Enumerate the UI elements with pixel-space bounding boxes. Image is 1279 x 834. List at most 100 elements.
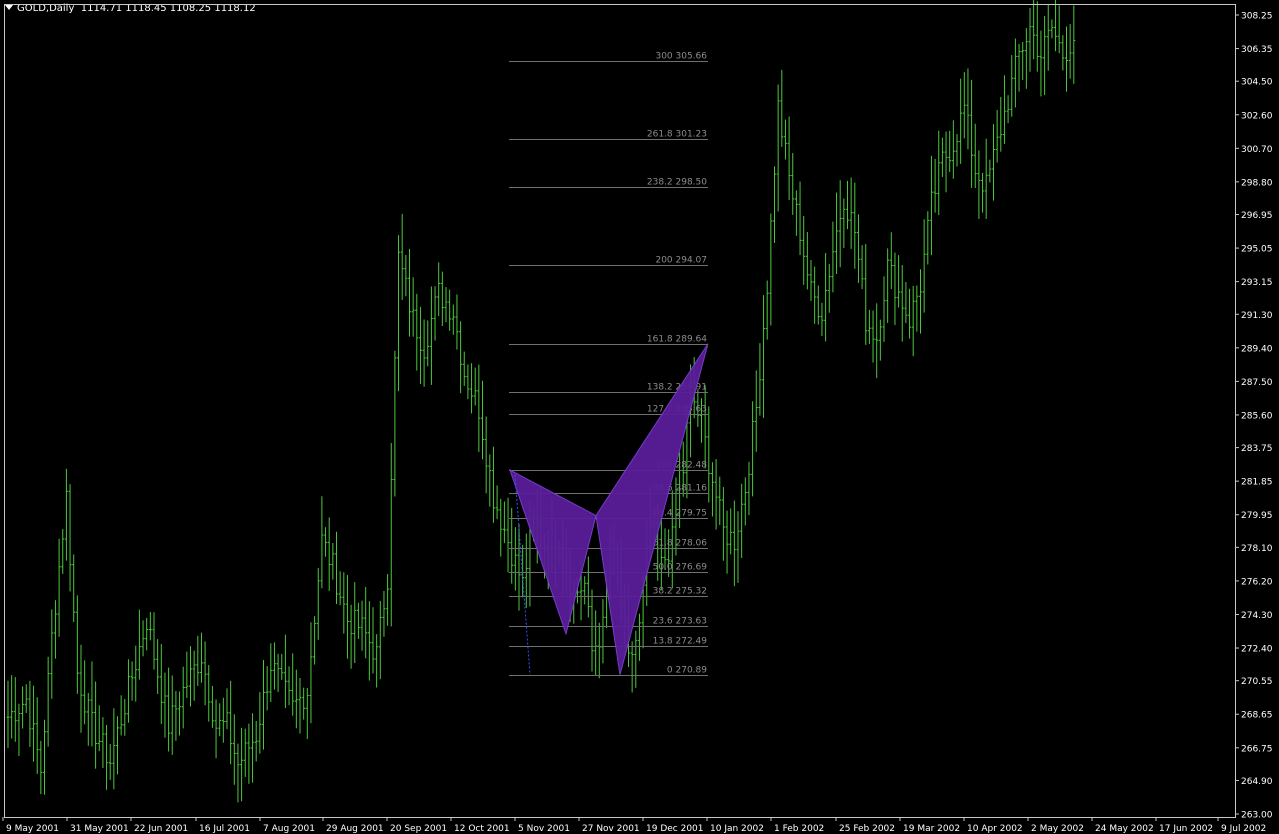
ohlc-bar — [1039, 30, 1043, 97]
x-tick-label: 10 Jan 2002 — [710, 824, 764, 834]
ohlc-bar — [732, 500, 736, 587]
ohlc-bar — [864, 244, 868, 345]
y-tick-label: 278.10 — [1241, 544, 1273, 554]
ohlc-bar — [765, 280, 769, 340]
ohlc-bar — [126, 659, 130, 723]
ohlc-bar — [185, 651, 189, 698]
ohlc-bar — [853, 182, 857, 269]
ohlc-bar — [707, 406, 711, 503]
fib-level-label: 200 294.07 — [655, 256, 707, 266]
ohlc-bar — [345, 574, 349, 659]
x-tick-label: 9 May 2001 — [6, 824, 59, 834]
ohlc-bar — [743, 477, 747, 526]
ohlc-bar — [265, 666, 269, 711]
ohlc-bar — [440, 271, 444, 327]
ohlc-bar — [371, 607, 375, 674]
ohlc-bar — [159, 643, 163, 724]
ohlc-bar — [802, 216, 806, 285]
y-tick-label: 270.55 — [1241, 677, 1273, 687]
ohlc-bar — [466, 364, 470, 400]
ohlc-bar — [305, 687, 309, 740]
x-tick-label: 22 Jun 2001 — [134, 824, 188, 834]
ohlc-bar — [298, 678, 302, 734]
ohlc-bar — [992, 124, 995, 201]
y-tick-label: 268.65 — [1241, 711, 1273, 721]
ohlc-bar — [378, 600, 382, 680]
ohlc-bar — [459, 321, 463, 394]
ohlc-bar — [940, 137, 944, 178]
ohlc-bar — [736, 511, 740, 583]
ohlc-bar — [488, 454, 492, 507]
ohlc-bar — [718, 476, 722, 526]
ohlc-bar — [513, 527, 517, 591]
x-tick-label: 9 Jul 2002 — [1221, 824, 1266, 834]
ohlc-bar — [170, 675, 174, 755]
y-tick-label: 281.85 — [1241, 478, 1273, 488]
ohlc-bar — [502, 501, 506, 544]
ohlc-bar — [272, 642, 276, 690]
ohlc-bar — [897, 255, 901, 308]
ohlc-bar — [751, 401, 755, 497]
ohlc-bar — [320, 496, 324, 589]
ohlc-bar — [995, 109, 999, 163]
fib-level-label: 23.6 273.63 — [653, 617, 707, 627]
ohlc-bar — [794, 190, 798, 236]
ohlc-bar — [776, 84, 780, 212]
ohlc-bar — [148, 612, 152, 641]
ohlc-bar — [243, 728, 247, 777]
ohlc-bars — [6, 0, 1076, 803]
ohlc-bar — [1072, 5, 1076, 84]
y-tick-label: 293.15 — [1241, 278, 1273, 288]
ohlc-bar — [214, 699, 218, 759]
x-tick-label: 12 Oct 2001 — [454, 824, 510, 834]
ohlc-bar — [229, 680, 233, 765]
ohlc-bar — [444, 287, 448, 323]
ohlc-bar — [375, 634, 379, 688]
ohlc-bar — [404, 255, 408, 297]
ohlc-bar — [156, 639, 160, 694]
ohlc-bar — [791, 152, 795, 215]
ohlc-bar — [1024, 28, 1028, 89]
ohlc-bar — [747, 461, 751, 516]
ohlc-bar — [57, 538, 61, 637]
y-tick-label: 296.95 — [1241, 211, 1273, 221]
ohlc-bar — [46, 656, 50, 747]
ohlc-bar — [251, 713, 255, 783]
ohlc-bar — [1006, 95, 1010, 124]
ohlc-bar — [966, 68, 970, 150]
fib-level-label: 0 270.89 — [667, 666, 707, 676]
y-tick-label: 276.20 — [1241, 577, 1273, 587]
y-tick-label: 300.70 — [1241, 145, 1273, 155]
ohlc-bar — [356, 602, 360, 639]
ohlc-bar — [97, 705, 101, 752]
ohlc-bar — [1065, 26, 1068, 92]
ohlc-bar — [915, 285, 919, 332]
ohlc-bar — [499, 498, 503, 557]
ohlc-bar — [196, 635, 200, 686]
ohlc-bar — [53, 600, 57, 659]
ohlc-bar — [816, 285, 820, 325]
ohlc-bar — [309, 622, 313, 724]
ohlc-bar — [838, 180, 842, 268]
ohlc-bar — [418, 306, 422, 384]
ohlc-bar — [495, 485, 499, 520]
ohlc-bar — [302, 687, 306, 720]
ohlc-bar — [75, 595, 79, 694]
ohlc-bar — [199, 632, 203, 683]
ohlc-bar — [477, 364, 481, 452]
ohlc-bar — [283, 634, 287, 709]
price-chart[interactable]: 300 305.66 261.8 301.23 238.2 298.50 200 29… — [0, 0, 1279, 834]
ohlc-bar — [984, 138, 988, 219]
ohlc-bar — [462, 351, 466, 386]
x-tick-label: 27 Nov 2001 — [582, 824, 640, 834]
ohlc-bar — [630, 641, 634, 693]
ohlc-bar — [729, 508, 733, 555]
ohlc-bar — [929, 155, 933, 256]
ohlc-bar — [988, 159, 992, 183]
ohlc-bar — [597, 622, 601, 679]
y-tick-label: 266.75 — [1241, 744, 1273, 754]
ohlc-bar — [805, 231, 809, 290]
ohlc-bar — [1057, 5, 1061, 54]
ohlc-bar — [820, 302, 824, 336]
ohlc-bar — [364, 586, 368, 659]
